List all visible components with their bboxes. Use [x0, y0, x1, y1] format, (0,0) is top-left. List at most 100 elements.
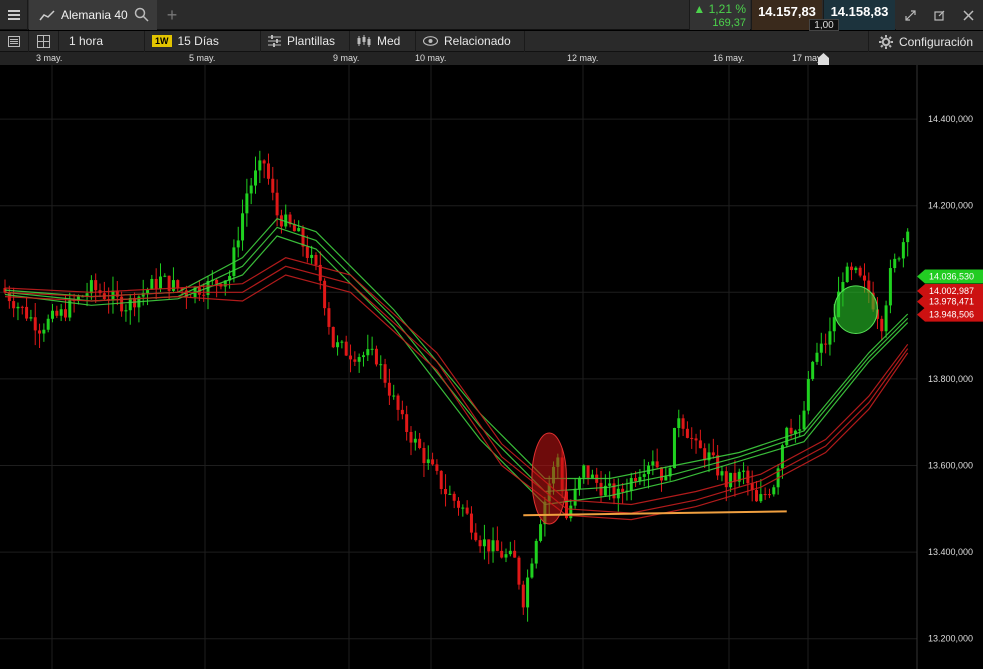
chart-area[interactable]: 14.400,00014.200,00014.000,00013.800,000…	[0, 65, 983, 669]
price-type-selector[interactable]: Med	[350, 30, 416, 52]
candle	[249, 177, 253, 205]
candle	[806, 370, 810, 415]
candle	[677, 409, 681, 438]
candle-body	[33, 317, 37, 331]
candle	[68, 292, 72, 322]
candle	[457, 497, 460, 516]
candle	[616, 478, 620, 512]
candle-body	[448, 493, 452, 495]
popout-icon[interactable]	[934, 10, 945, 21]
candle-body	[906, 231, 910, 243]
price-tick-label: 13.200,000	[928, 634, 973, 644]
candle-body	[811, 361, 815, 380]
candle-body	[599, 482, 603, 496]
candle-body	[711, 452, 715, 456]
moving-average-line	[4, 265, 909, 514]
candle	[478, 535, 482, 553]
candle	[534, 538, 538, 569]
candle	[146, 287, 150, 306]
candle-body	[46, 318, 50, 330]
candle	[405, 405, 409, 441]
candle	[20, 305, 24, 315]
candle-body	[819, 343, 823, 353]
candle-body	[465, 507, 469, 514]
menu-button[interactable]	[0, 0, 28, 30]
candle	[258, 150, 262, 184]
candle-body	[569, 505, 573, 519]
candle-body	[469, 513, 473, 533]
candle-body	[474, 532, 478, 541]
candle	[573, 478, 577, 509]
instrument-tab[interactable]: Alemania 40	[29, 0, 157, 30]
marker-icon[interactable]	[817, 52, 830, 65]
candle	[474, 523, 478, 542]
red-ellipse-annotation	[531, 432, 567, 525]
add-tab-icon[interactable]: +	[162, 0, 182, 30]
candle-body	[439, 470, 443, 489]
interval-selector[interactable]: 1 hora	[59, 30, 145, 52]
candle-body	[500, 550, 504, 558]
candle-body	[582, 465, 586, 478]
price-tick-label: 13.600,000	[928, 461, 973, 471]
candle-body	[482, 539, 486, 547]
buy-price: 14.158,83	[830, 4, 889, 19]
candle-body	[262, 160, 266, 164]
candle	[603, 474, 607, 497]
candle	[854, 266, 858, 274]
candle	[824, 333, 828, 354]
candle-body	[897, 258, 901, 260]
candle-body	[802, 410, 806, 430]
list-button[interactable]	[0, 30, 29, 52]
candle	[526, 569, 530, 622]
candle	[292, 219, 296, 232]
search-icon[interactable]	[134, 7, 149, 22]
close-icon[interactable]	[963, 9, 974, 21]
candle	[387, 368, 391, 406]
candle-body	[798, 429, 802, 431]
templates-button[interactable]: Plantillas	[261, 30, 350, 52]
layout-button[interactable]	[29, 30, 59, 52]
candle	[811, 360, 815, 381]
candle-body	[374, 348, 378, 365]
candle	[413, 430, 417, 451]
candle	[694, 433, 698, 454]
candle-body	[254, 170, 258, 186]
candle	[327, 302, 331, 335]
settings-label: Configuración	[898, 34, 973, 49]
candle-body	[387, 382, 391, 396]
related-button[interactable]: Relacionado	[416, 30, 525, 52]
candle-body	[426, 459, 430, 464]
candle-body	[457, 500, 460, 508]
candle	[888, 259, 892, 314]
candle	[383, 358, 387, 388]
candle	[625, 478, 629, 501]
candle-body	[513, 550, 517, 558]
candle	[232, 239, 236, 283]
candle	[668, 465, 672, 481]
spread-badge: 1,00	[809, 19, 839, 31]
candle-body	[59, 309, 63, 316]
range-selector[interactable]: 1W 15 Días	[145, 30, 261, 52]
settings-button[interactable]: Configuración	[867, 31, 983, 52]
candle	[737, 468, 741, 487]
candle	[344, 335, 348, 357]
candle-body	[862, 275, 866, 281]
candles	[3, 150, 910, 622]
candle-body	[526, 577, 530, 608]
candle	[418, 432, 422, 450]
candle	[711, 438, 715, 459]
candle-body	[659, 467, 663, 481]
candle-body	[647, 465, 651, 475]
candle-body	[171, 280, 175, 291]
candle	[279, 209, 283, 234]
chart-toolbar: 1 hora 1W 15 Días Plantillas Med Relacio…	[0, 30, 983, 52]
candle-body	[828, 331, 832, 345]
candle	[452, 491, 456, 509]
expand-icon[interactable]	[905, 9, 916, 21]
candle	[215, 278, 219, 298]
candle	[638, 469, 642, 485]
candle	[38, 323, 42, 349]
price-chart[interactable]: 14.400,00014.200,00014.000,00013.800,000…	[0, 65, 983, 669]
candle	[353, 351, 357, 367]
candle-body	[327, 308, 331, 327]
